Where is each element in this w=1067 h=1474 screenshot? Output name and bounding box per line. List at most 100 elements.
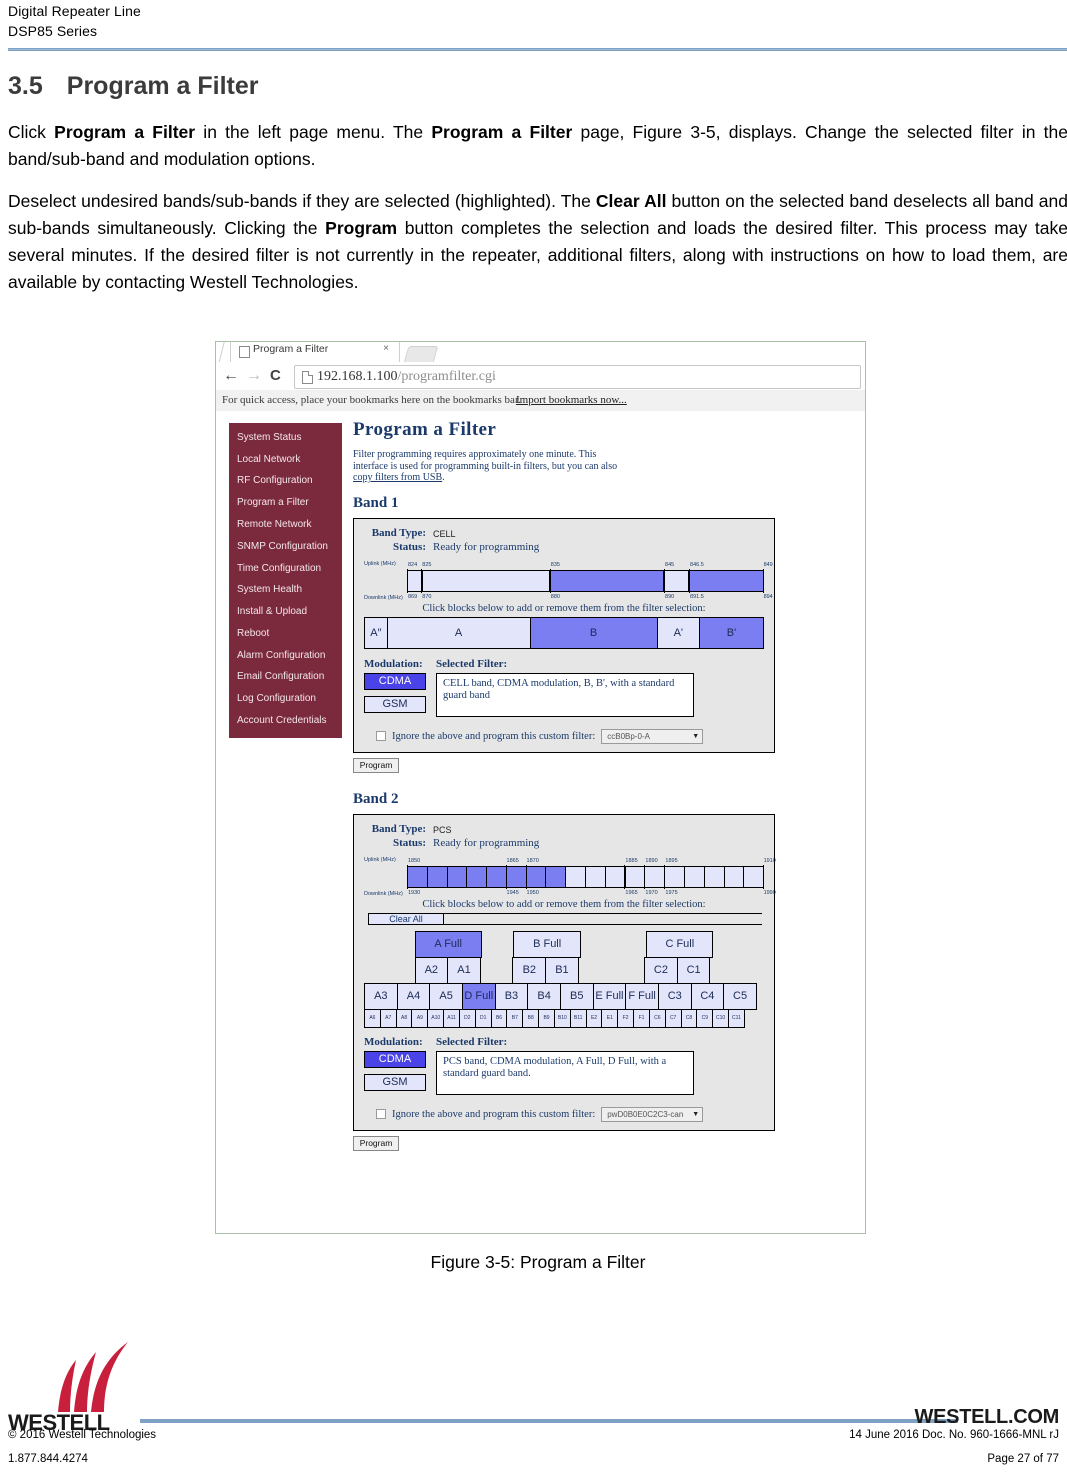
sidebar-item-program-a-filter[interactable]: Program a Filter	[229, 492, 342, 514]
band2-block-c8[interactable]: C8	[680, 1008, 698, 1028]
band2-block-b1[interactable]: B1	[545, 956, 579, 984]
band1-spectrum-body[interactable]: 824 869 825 870 835 880 845 890 846.5 891.5 849 894	[407, 561, 773, 601]
band1-modulation-cdma-button[interactable]: CDMA	[364, 672, 426, 690]
band2-spectrum-cell[interactable]	[586, 866, 606, 887]
new-tab-button[interactable]	[403, 346, 439, 362]
sidebar-item-remote-network[interactable]: Remote Network	[229, 514, 342, 536]
reload-icon[interactable]: C	[270, 367, 281, 385]
forward-icon[interactable]: →	[246, 367, 262, 385]
band2-block-e2[interactable]: E2	[585, 1008, 603, 1028]
band2-block-c-full[interactable]: C Full	[646, 930, 714, 958]
band2-block-c4[interactable]: C4	[690, 982, 725, 1010]
band2-block-b2[interactable]: B2	[512, 956, 547, 984]
band2-spectrum-cell[interactable]	[408, 866, 428, 887]
band2-block-b10[interactable]: B10	[553, 1008, 571, 1028]
band1-block-b1[interactable]: B'	[699, 617, 764, 648]
import-bookmarks-link[interactable]: Import bookmarks now...	[516, 394, 627, 406]
band2-block-c2[interactable]: C2	[644, 956, 678, 984]
copy-filters-link[interactable]: copy filters from USB	[353, 472, 442, 483]
band2-spectrum-cell[interactable]	[566, 866, 587, 887]
band2-block-c6[interactable]: C6	[648, 1008, 666, 1028]
band2-modulation-cdma-button[interactable]: CDMA	[364, 1050, 426, 1068]
band2-block-a5[interactable]: A5	[429, 982, 463, 1010]
back-icon[interactable]: ←	[223, 367, 239, 385]
band1-custom-filter-select[interactable]: ccB0Bp-0-A ▼	[601, 728, 704, 744]
band2-block-c11[interactable]: C11	[728, 1008, 745, 1028]
band2-block-b4[interactable]: B4	[527, 982, 561, 1010]
band2-spectrum-cell[interactable]	[665, 866, 685, 887]
sidebar-item-email-configuration[interactable]: Email Configuration	[229, 667, 342, 689]
band2-block-b3[interactable]: B3	[494, 982, 529, 1010]
band1-custom-filter-checkbox[interactable]	[376, 731, 386, 741]
band2-spectrum-cell[interactable]	[447, 866, 468, 887]
band1-block-b[interactable]: B	[530, 617, 658, 648]
band2-block-b5[interactable]: B5	[559, 982, 594, 1010]
sidebar-item-local-network[interactable]: Local Network	[229, 449, 342, 471]
band2-block-grid[interactable]: A Full B Full C Full A2 A1 B2 B1 C2 C1 A3 A4 A5 D Fu…	[364, 930, 764, 1028]
band2-block-e1[interactable]: E1	[601, 1008, 619, 1028]
band2-spectrum-cell[interactable]	[645, 866, 666, 887]
band2-block-c9[interactable]: C9	[696, 1008, 714, 1028]
sidebar-item-account-credentials[interactable]: Account Credentials	[229, 710, 342, 732]
band2-modulation-gsm-button[interactable]: GSM	[364, 1073, 426, 1091]
band2-block-a3[interactable]: A3	[364, 982, 398, 1010]
band2-spectrum-cell[interactable]	[427, 866, 448, 887]
band2-spectrum-cell[interactable]	[605, 866, 626, 887]
band2-program-button[interactable]: Program	[353, 1135, 399, 1151]
band2-block-a6[interactable]: A6	[364, 1008, 381, 1028]
sidebar-item-snmp-configuration[interactable]: SNMP Configuration	[229, 536, 342, 558]
clear-all-button[interactable]: Clear All	[368, 912, 444, 925]
band2-block-a9[interactable]: A9	[411, 1008, 429, 1028]
band2-block-a-full[interactable]: A Full	[414, 930, 482, 958]
band2-block-c5[interactable]: C5	[723, 982, 757, 1010]
band2-block-c3[interactable]: C3	[657, 982, 692, 1010]
band2-spectrum-cells[interactable]	[407, 865, 764, 888]
band2-spectrum-cell[interactable]	[684, 866, 705, 887]
close-tab-icon[interactable]: ×	[383, 343, 389, 354]
band1-program-button[interactable]: Program	[353, 757, 399, 773]
sidebar-item-time-configuration[interactable]: Time Configuration	[229, 558, 342, 580]
band1-block-a1[interactable]: A'	[657, 617, 700, 648]
address-bar[interactable]: 192.168.1.100/programfilter.cgi	[294, 365, 861, 389]
band2-block-c7[interactable]: C7	[664, 1008, 682, 1028]
sidebar-item-install-upload[interactable]: Install & Upload	[229, 601, 342, 623]
band2-block-c10[interactable]: C10	[712, 1008, 730, 1028]
sidebar-item-rf-configuration[interactable]: RF Configuration	[229, 471, 342, 493]
band2-spectrum-cell[interactable]	[467, 866, 488, 887]
band2-block-a2[interactable]: A2	[414, 956, 449, 984]
band2-block-a11[interactable]: A11	[443, 1008, 460, 1028]
band2-block-b11[interactable]: B11	[569, 1008, 587, 1028]
sidebar-item-system-health[interactable]: System Health	[229, 579, 342, 601]
band2-block-b6[interactable]: B6	[490, 1008, 508, 1028]
band2-block-a10[interactable]: A10	[427, 1008, 445, 1028]
band2-spectrum-cell[interactable]	[704, 866, 725, 887]
band2-block-c1[interactable]: C1	[676, 956, 711, 984]
band2-custom-filter-select[interactable]: pwD0B0E0C2C3-can ▼	[601, 1106, 704, 1122]
band2-block-d-full[interactable]: D Full	[461, 982, 496, 1010]
band2-spectrum-cell[interactable]	[744, 866, 764, 887]
band2-block-b-full[interactable]: B Full	[513, 930, 581, 958]
band2-block-e-full[interactable]: E Full	[592, 982, 627, 1010]
band2-spectrum-cell[interactable]	[487, 866, 507, 887]
band2-spectrum-body[interactable]: 1850 1930 1865 1945 1870 1950 1885 1965 1890 1970…	[407, 857, 776, 897]
band2-spectrum-cell[interactable]	[625, 866, 646, 887]
band1-block-a[interactable]: A	[387, 617, 531, 648]
band1-spectrum-cell[interactable]	[423, 570, 551, 591]
band2-block-b9[interactable]: B9	[538, 1008, 555, 1028]
band2-spectrum-cell[interactable]	[546, 866, 567, 887]
sidebar-item-reboot[interactable]: Reboot	[229, 623, 342, 645]
sidebar-item-alarm-configuration[interactable]: Alarm Configuration	[229, 645, 342, 667]
band1-block-row[interactable]: A″ A B A' B'	[364, 616, 764, 649]
band2-block-a4[interactable]: A4	[396, 982, 431, 1010]
band1-spectrum-cell[interactable]	[689, 570, 763, 591]
band2-block-d1[interactable]: D1	[474, 1008, 492, 1028]
sidebar-item-system-status[interactable]: System Status	[229, 427, 342, 449]
band2-block-b8[interactable]: B8	[522, 1008, 540, 1028]
band2-block-f2[interactable]: F2	[617, 1008, 635, 1028]
band2-spectrum-cell[interactable]	[724, 866, 745, 887]
band2-block-a1[interactable]: A1	[447, 956, 481, 984]
band2-block-f-full[interactable]: F Full	[625, 982, 659, 1010]
sidebar-item-log-configuration[interactable]: Log Configuration	[229, 688, 342, 710]
browser-tab[interactable]: Program a Filter ×	[230, 342, 400, 362]
band2-block-a7[interactable]: A7	[379, 1008, 397, 1028]
